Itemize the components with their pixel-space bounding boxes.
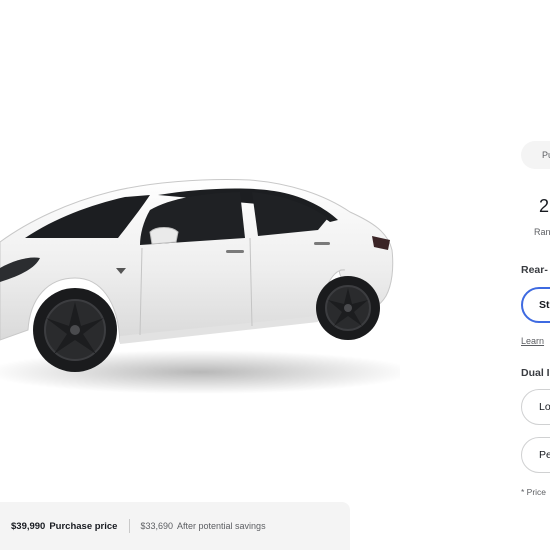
rwd-group-title: Rear-	[521, 264, 548, 276]
trim-option-long-range-label: Lo	[539, 401, 550, 413]
car-illustration	[0, 179, 400, 394]
purchase-price-label: Purchase price	[49, 520, 118, 532]
rear-door-handle	[314, 242, 330, 245]
price-divider	[129, 519, 131, 533]
trim-option-standard-label: St	[539, 299, 550, 311]
trim-option-standard[interactable]: St	[521, 287, 550, 323]
side-mirror	[149, 227, 179, 245]
front-door-handle	[226, 250, 244, 253]
price-footnote: * Price	[521, 487, 547, 497]
config-panel: Pu 2 Ran Rear- St Learn Dual I Lo Pe * P…	[520, 0, 550, 550]
learn-more-link[interactable]: Learn	[521, 336, 544, 346]
purchase-price-value: $39,990	[11, 520, 46, 532]
trim-option-long-range[interactable]: Lo	[521, 389, 550, 425]
rear-wheel	[316, 276, 380, 340]
price-summary-bar: $39,990 Purchase price $33,690 After pot…	[0, 502, 350, 550]
savings-price[interactable]: $33,690 After potential savings	[140, 521, 265, 531]
vehicle-image	[0, 150, 400, 400]
range-spec-label: Ran	[534, 227, 550, 237]
front-wheel	[33, 288, 117, 372]
savings-price-value: $33,690	[140, 521, 174, 531]
purchase-price: $39,990 Purchase price	[11, 521, 117, 532]
dual-motor-group-title: Dual I	[521, 367, 550, 379]
range-spec-value: 2	[539, 196, 550, 216]
purchase-type-tab-label: Pu	[542, 150, 550, 160]
purchase-type-tab[interactable]: Pu	[521, 141, 550, 169]
trim-option-performance-label: Pe	[539, 449, 550, 461]
savings-price-label: After potential savings	[177, 521, 266, 531]
trim-option-performance[interactable]: Pe	[521, 437, 550, 473]
